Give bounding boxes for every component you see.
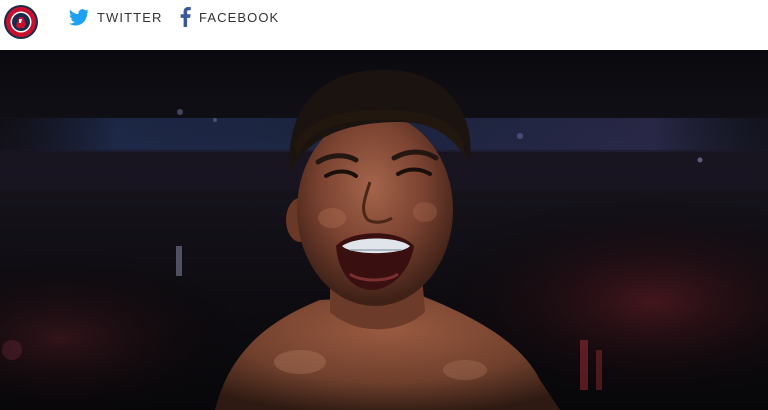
boxer-photo bbox=[0, 50, 768, 410]
twitter-bird-icon bbox=[69, 8, 89, 26]
site-logo[interactable] bbox=[3, 4, 39, 40]
share-bar: TWITTER FACEBOOK bbox=[0, 0, 768, 50]
site-logo-icon bbox=[4, 5, 38, 39]
hero-photo bbox=[0, 50, 768, 410]
twitter-share-button[interactable]: TWITTER bbox=[69, 5, 162, 29]
twitter-share-label: TWITTER bbox=[97, 9, 163, 25]
article-page: TWITTER FACEBOOK bbox=[0, 0, 768, 410]
facebook-f-icon bbox=[180, 7, 191, 27]
facebook-share-label: FACEBOOK bbox=[199, 9, 280, 25]
facebook-share-button[interactable]: FACEBOOK bbox=[180, 5, 279, 29]
